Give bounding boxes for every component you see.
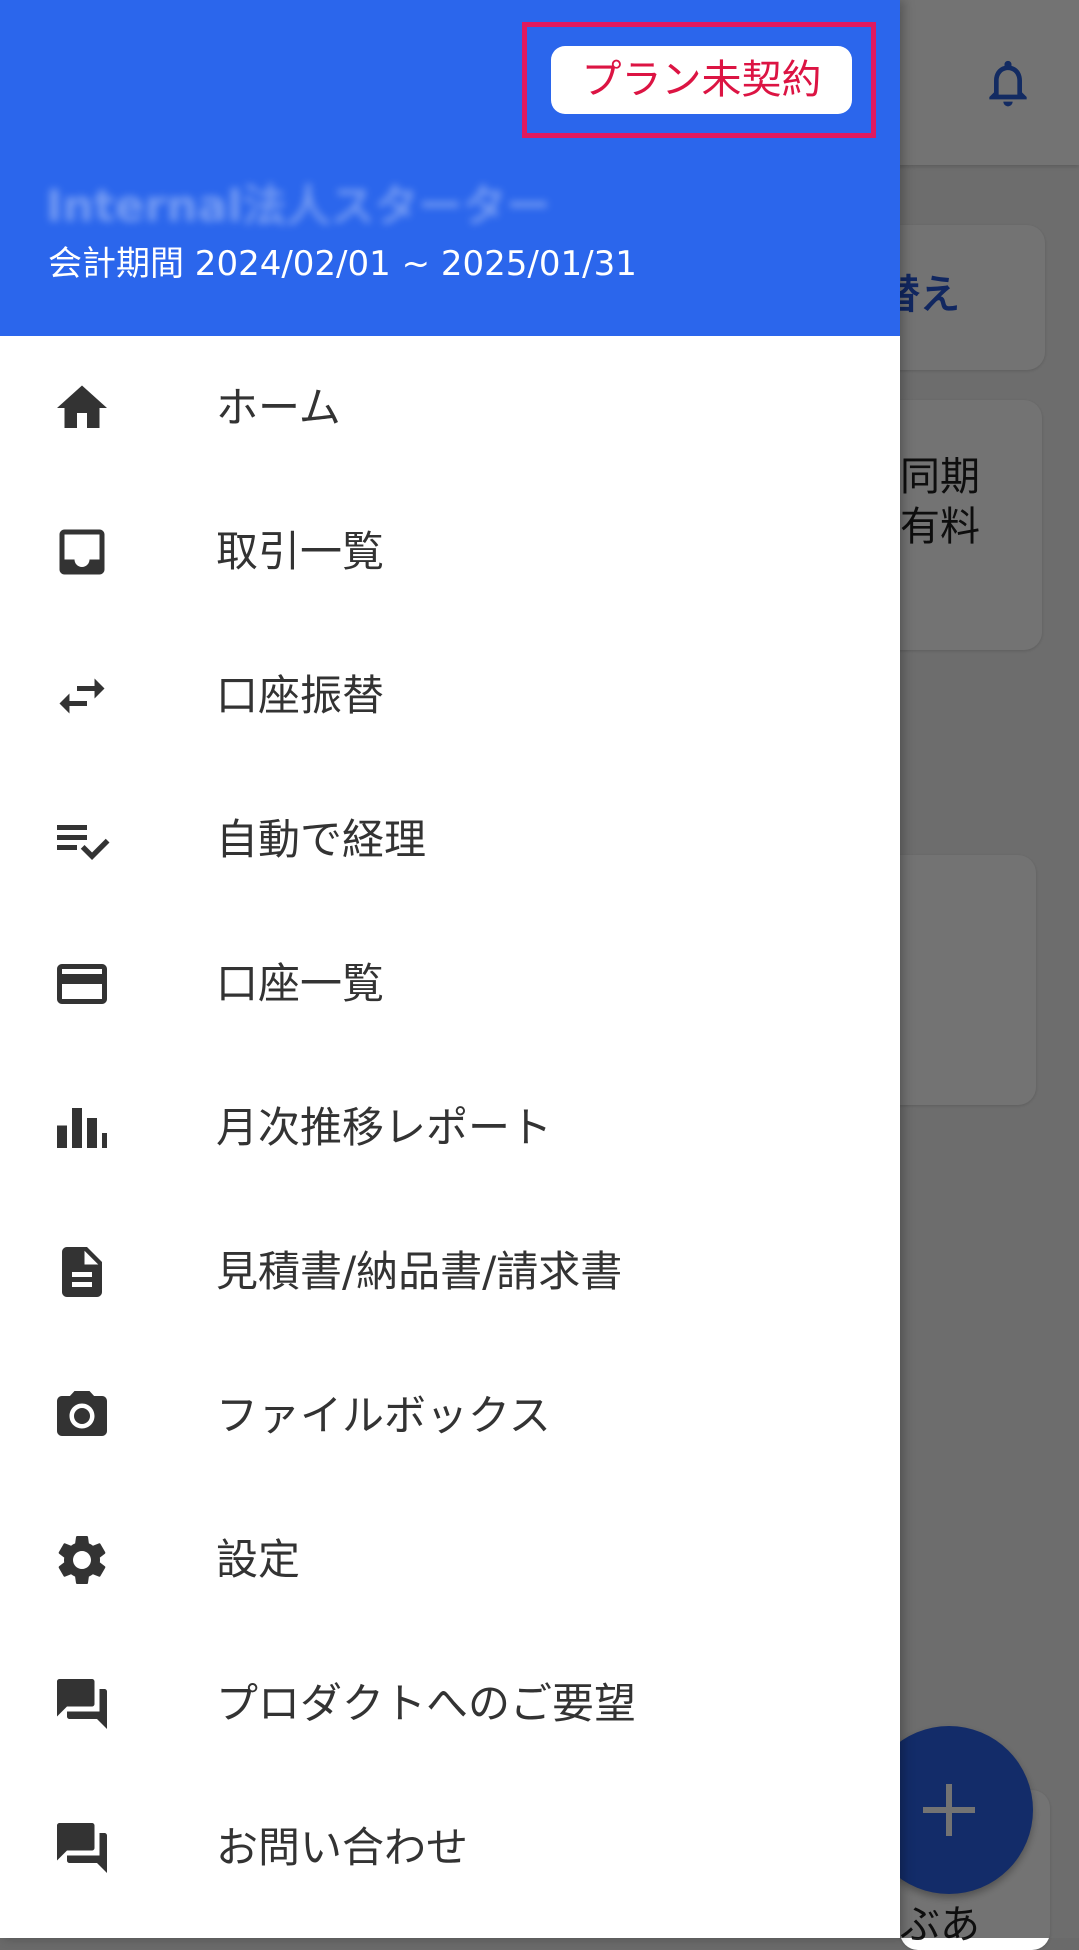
credit-card-icon <box>52 954 112 1014</box>
menu-item-product-feedback[interactable]: プロダクトへのご要望 <box>0 1632 900 1776</box>
navigation-drawer: プラン未契約 Internal法人スターター 会計期間 2024/02/01 ~… <box>0 0 900 1938</box>
camera-icon <box>52 1386 112 1446</box>
menu-item-contact[interactable]: お問い合わせ <box>0 1776 900 1920</box>
accounting-period: 会計期間 2024/02/01 ~ 2025/01/31 <box>48 244 637 284</box>
gear-icon <box>52 1530 112 1590</box>
document-icon <box>52 1242 112 1302</box>
menu-item-label: ファイルボックス <box>216 1391 551 1440</box>
menu-item-auto-accounting[interactable]: 自動で経理 <box>0 768 900 912</box>
menu-item-label: プロダクトへのご要望 <box>216 1679 637 1728</box>
menu-item-home[interactable]: ホーム <box>0 336 900 480</box>
home-icon <box>52 378 112 438</box>
menu-item-label: お問い合わせ <box>216 1823 469 1872</box>
menu-item-invoices[interactable]: 見積書/納品書/請求書 <box>0 1200 900 1344</box>
menu-item-label: ホーム <box>216 383 341 432</box>
menu-item-label: 設定 <box>216 1535 301 1584</box>
menu-item-file-box[interactable]: ファイルボックス <box>0 1344 900 1488</box>
organization-name: Internal法人スターター <box>46 181 551 232</box>
menu-item-label: 取引一覧 <box>216 527 385 576</box>
menu-item-label: 口座一覧 <box>216 959 385 1008</box>
menu-item-accounts[interactable]: 口座一覧 <box>0 912 900 1056</box>
chat-icon <box>52 1674 112 1734</box>
chat-icon <box>52 1818 112 1878</box>
menu-item-label: 自動で経理 <box>216 815 427 864</box>
menu-item-settings[interactable]: 設定 <box>0 1488 900 1632</box>
drawer-header: プラン未契約 Internal法人スターター 会計期間 2024/02/01 ~… <box>0 0 900 336</box>
menu-item-label: 見積書/納品書/請求書 <box>216 1247 623 1296</box>
swap-arrows-icon <box>52 666 112 726</box>
menu-item-monthly-report[interactable]: 月次推移レポート <box>0 1056 900 1200</box>
inbox-icon <box>52 522 112 582</box>
drawer-menu: ホーム 取引一覧 口座振替 自動で経理 口座一覧 月次推移レポート 見積書/納品… <box>0 336 900 1920</box>
bar-chart-icon <box>52 1098 112 1158</box>
menu-item-label: 口座振替 <box>216 671 385 720</box>
menu-item-transactions[interactable]: 取引一覧 <box>0 480 900 624</box>
menu-item-account-transfer[interactable]: 口座振替 <box>0 624 900 768</box>
menu-item-label: 月次推移レポート <box>216 1103 553 1152</box>
plan-status-button[interactable]: プラン未契約 <box>551 46 852 114</box>
checklist-icon <box>52 810 112 870</box>
